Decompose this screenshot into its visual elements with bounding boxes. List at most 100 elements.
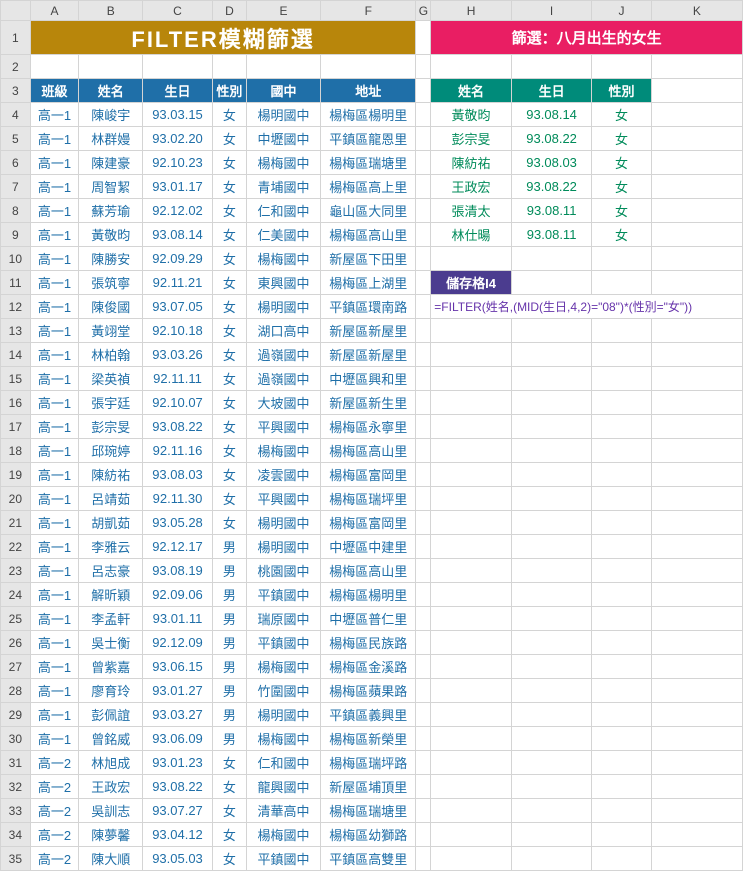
cell-school[interactable]: 仁和國中 — [246, 199, 320, 223]
cell-date[interactable]: 92.12.02 — [143, 199, 213, 223]
cell-name[interactable]: 張宇廷 — [79, 391, 143, 415]
cell-addr[interactable]: 新屋區新屋里 — [321, 343, 416, 367]
cell-class[interactable]: 高一1 — [30, 415, 79, 439]
filter-gender[interactable]: 女 — [592, 151, 651, 175]
cell-date[interactable]: 93.07.05 — [143, 295, 213, 319]
cell-addr[interactable]: 楊梅區瑞塘里 — [321, 799, 416, 823]
cell-class[interactable]: 高一1 — [30, 631, 79, 655]
cell-date[interactable]: 93.01.17 — [143, 175, 213, 199]
cell-school[interactable]: 湖口高中 — [246, 319, 320, 343]
corner-cell[interactable] — [1, 1, 31, 21]
row-header-30[interactable]: 30 — [1, 727, 31, 751]
cell-school[interactable]: 龍興國中 — [246, 775, 320, 799]
row-header-2[interactable]: 2 — [1, 55, 31, 79]
cell-date[interactable]: 93.07.27 — [143, 799, 213, 823]
cell-school[interactable]: 平鎮國中 — [246, 631, 320, 655]
cell-addr[interactable]: 平鎮區龍恩里 — [321, 127, 416, 151]
cell-date[interactable]: 93.06.15 — [143, 655, 213, 679]
filter-name[interactable]: 張清太 — [431, 199, 512, 223]
cell-name[interactable]: 李孟軒 — [79, 607, 143, 631]
row-header-29[interactable]: 29 — [1, 703, 31, 727]
cell-school[interactable]: 楊梅國中 — [246, 823, 320, 847]
cell-school[interactable]: 楊明國中 — [246, 103, 320, 127]
filter-date[interactable]: 93.08.03 — [511, 151, 592, 175]
row-header-34[interactable]: 34 — [1, 823, 31, 847]
cell-name[interactable]: 曾銘威 — [79, 727, 143, 751]
cell-class[interactable]: 高一1 — [30, 487, 79, 511]
cell-date[interactable]: 93.08.14 — [143, 223, 213, 247]
cell-gender[interactable]: 男 — [212, 703, 246, 727]
cell-class[interactable]: 高一1 — [30, 727, 79, 751]
cell-school[interactable]: 楊梅國中 — [246, 655, 320, 679]
cell-addr[interactable]: 楊梅區金溪路 — [321, 655, 416, 679]
cell-gender[interactable]: 女 — [212, 223, 246, 247]
cell-name[interactable]: 邱琬婷 — [79, 439, 143, 463]
col-header-C[interactable]: C — [143, 1, 213, 21]
cell-date[interactable]: 93.08.22 — [143, 415, 213, 439]
cell-class[interactable]: 高一1 — [30, 463, 79, 487]
cell-date[interactable]: 92.10.18 — [143, 319, 213, 343]
row-header-16[interactable]: 16 — [1, 391, 31, 415]
cell-school[interactable]: 仁美國中 — [246, 223, 320, 247]
cell-class[interactable]: 高一1 — [30, 535, 79, 559]
cell-name[interactable]: 周智絜 — [79, 175, 143, 199]
cell-gender[interactable]: 女 — [212, 103, 246, 127]
cell-gender[interactable]: 男 — [212, 727, 246, 751]
cell-gender[interactable]: 男 — [212, 679, 246, 703]
row-header-3[interactable]: 3 — [1, 79, 31, 103]
cell-name[interactable]: 廖育玲 — [79, 679, 143, 703]
cell-addr[interactable]: 楊梅區上湖里 — [321, 271, 416, 295]
cell-addr[interactable]: 龜山區大同里 — [321, 199, 416, 223]
col-header-D[interactable]: D — [212, 1, 246, 21]
row-header-21[interactable]: 21 — [1, 511, 31, 535]
cell-gender[interactable]: 女 — [212, 799, 246, 823]
cell-name[interactable]: 蘇芳瑜 — [79, 199, 143, 223]
cell-school[interactable]: 楊梅國中 — [246, 727, 320, 751]
row-header-14[interactable]: 14 — [1, 343, 31, 367]
filter-name[interactable]: 陳紡祐 — [431, 151, 512, 175]
cell-date[interactable]: 93.01.23 — [143, 751, 213, 775]
cell-school[interactable]: 清華高中 — [246, 799, 320, 823]
cell-class[interactable]: 高一1 — [30, 271, 79, 295]
cell-name[interactable]: 吳士衡 — [79, 631, 143, 655]
cell-date[interactable]: 92.09.06 — [143, 583, 213, 607]
cell-class[interactable]: 高一1 — [30, 511, 79, 535]
cell-name[interactable]: 彭佩誼 — [79, 703, 143, 727]
cell-school[interactable]: 楊明國中 — [246, 295, 320, 319]
cell-name[interactable]: 陳峻宇 — [79, 103, 143, 127]
filter-name[interactable]: 黃敬昀 — [431, 103, 512, 127]
row-header-6[interactable]: 6 — [1, 151, 31, 175]
row-header-26[interactable]: 26 — [1, 631, 31, 655]
row-header-9[interactable]: 9 — [1, 223, 31, 247]
cell-name[interactable]: 梁英禎 — [79, 367, 143, 391]
cell-gender[interactable]: 女 — [212, 463, 246, 487]
cell-class[interactable]: 高一1 — [30, 559, 79, 583]
cell-addr[interactable]: 平鎮區環南路 — [321, 295, 416, 319]
cell-gender[interactable]: 男 — [212, 631, 246, 655]
cell-school[interactable]: 瑞原國中 — [246, 607, 320, 631]
cell-date[interactable]: 93.08.03 — [143, 463, 213, 487]
filter-date[interactable]: 93.08.11 — [511, 199, 592, 223]
col-header-J[interactable]: J — [592, 1, 651, 21]
row-header-28[interactable]: 28 — [1, 679, 31, 703]
row-header-33[interactable]: 33 — [1, 799, 31, 823]
row-header-25[interactable]: 25 — [1, 607, 31, 631]
cell-name[interactable]: 陳紡祐 — [79, 463, 143, 487]
cell-gender[interactable]: 女 — [212, 439, 246, 463]
cell-addr[interactable]: 新屋區新生里 — [321, 391, 416, 415]
row-header-7[interactable]: 7 — [1, 175, 31, 199]
filter-gender[interactable]: 女 — [592, 175, 651, 199]
cell-date[interactable]: 93.03.26 — [143, 343, 213, 367]
cell-school[interactable]: 楊梅國中 — [246, 247, 320, 271]
cell-date[interactable]: 93.08.19 — [143, 559, 213, 583]
col-header-K[interactable]: K — [651, 1, 742, 21]
row-header-35[interactable]: 35 — [1, 847, 31, 871]
cell-class[interactable]: 高一1 — [30, 367, 79, 391]
cell-school[interactable]: 楊明國中 — [246, 535, 320, 559]
cell-date[interactable]: 93.06.09 — [143, 727, 213, 751]
cell-class[interactable]: 高一1 — [30, 223, 79, 247]
cell-date[interactable]: 92.11.16 — [143, 439, 213, 463]
filter-date[interactable]: 93.08.22 — [511, 175, 592, 199]
cell-name[interactable]: 林柏翰 — [79, 343, 143, 367]
cell-gender[interactable]: 女 — [212, 751, 246, 775]
